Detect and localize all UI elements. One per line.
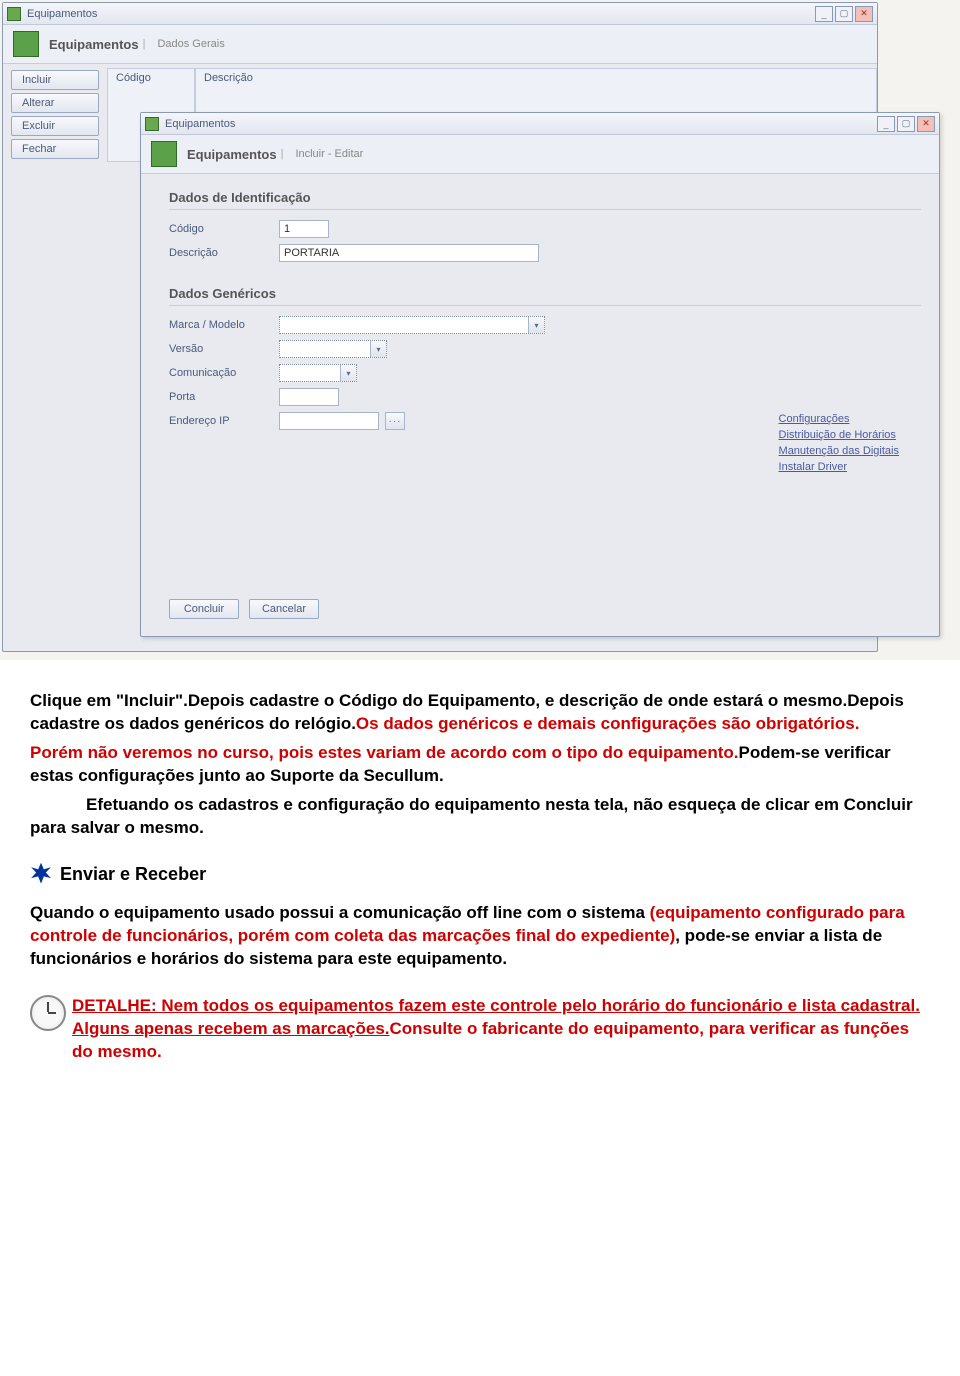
section-genericos: Dados Genéricos xyxy=(169,286,921,301)
link-configuracoes[interactable]: Configurações xyxy=(779,413,899,425)
porta-input[interactable] xyxy=(279,388,339,406)
versao-select[interactable]: ▾ xyxy=(279,340,387,358)
close-button[interactable]: ✕ xyxy=(855,6,873,22)
ip-browse-button[interactable]: ··· xyxy=(385,412,405,430)
dropdown-icon[interactable]: ▾ xyxy=(528,317,544,333)
comunicacao-label: Comunicação xyxy=(169,367,279,379)
enviar-receber-heading: Enviar e Receber xyxy=(30,862,920,886)
doc-p2a: Porém não veremos no curso, pois estes v… xyxy=(30,743,739,762)
close-button[interactable]: ✕ xyxy=(917,116,935,132)
outer-header-sub: Dados Gerais xyxy=(157,38,224,50)
minimize-button[interactable]: _ xyxy=(815,6,833,22)
descricao-input[interactable] xyxy=(279,244,539,262)
inner-header: Equipamentos | Incluir - Editar xyxy=(141,135,939,174)
ip-label: Endereço IP xyxy=(169,415,279,427)
clock-icon xyxy=(30,995,66,1031)
fechar-button[interactable]: Fechar xyxy=(11,139,99,159)
star-icon xyxy=(30,863,52,885)
comunicacao-select[interactable]: ▾ xyxy=(279,364,357,382)
side-button-column: Incluir Alterar Excluir Fechar xyxy=(3,64,107,162)
section-identificacao: Dados de Identificação xyxy=(169,190,921,205)
outer-title: Equipamentos xyxy=(27,8,815,20)
codigo-input[interactable] xyxy=(279,220,329,238)
inner-title: Equipamentos xyxy=(165,118,877,130)
outer-titlebar: Equipamentos _ ▢ ✕ xyxy=(3,3,877,25)
incluir-button[interactable]: Incluir xyxy=(11,70,99,90)
codigo-label: Código xyxy=(169,223,279,235)
equipamentos-icon xyxy=(151,141,177,167)
outer-header: Equipamentos | Dados Gerais xyxy=(3,25,877,64)
config-links: Configurações Distribuição de Horários M… xyxy=(779,413,899,473)
dropdown-icon[interactable]: ▾ xyxy=(370,341,386,357)
cancelar-button[interactable]: Cancelar xyxy=(249,599,319,619)
dropdown-icon[interactable]: ▾ xyxy=(340,365,356,381)
document-body: Clique em "Incluir".Depois cadastre o Có… xyxy=(0,660,960,1104)
link-distribuicao[interactable]: Distribuição de Horários xyxy=(779,429,899,441)
doc-p3: Efetuando os cadastros e configuração do… xyxy=(30,794,920,840)
enviar-receber-title: Enviar e Receber xyxy=(60,862,206,886)
descricao-label: Descrição xyxy=(169,247,279,259)
equipamentos-dialog: Equipamentos _ ▢ ✕ Equipamentos | Inclui… xyxy=(140,112,940,637)
inner-header-sub: Incluir - Editar xyxy=(295,148,363,160)
versao-label: Versão xyxy=(169,343,279,355)
link-manutencao[interactable]: Manutenção das Digitais xyxy=(779,445,899,457)
ip-input[interactable] xyxy=(279,412,379,430)
outer-header-main: Equipamentos xyxy=(49,37,139,52)
doc-p4a: Quando o equipamento usado possui a comu… xyxy=(30,903,650,922)
screenshot-region: Equipamentos _ ▢ ✕ Equipamentos | Dados … xyxy=(0,0,960,660)
porta-label: Porta xyxy=(169,391,279,403)
inner-titlebar: Equipamentos _ ▢ ✕ xyxy=(141,113,939,135)
link-instalar-driver[interactable]: Instalar Driver xyxy=(779,461,899,473)
inner-header-main: Equipamentos xyxy=(187,147,277,162)
app-icon xyxy=(145,117,159,131)
equipamentos-icon xyxy=(13,31,39,57)
alterar-button[interactable]: Alterar xyxy=(11,93,99,113)
maximize-button[interactable]: ▢ xyxy=(897,116,915,132)
app-icon xyxy=(7,7,21,21)
marca-select[interactable]: ▾ xyxy=(279,316,545,334)
maximize-button[interactable]: ▢ xyxy=(835,6,853,22)
doc-p1b: Os dados genéricos e demais configuraçõe… xyxy=(356,714,860,733)
form-body: Dados de Identificação Código Descrição … xyxy=(141,174,939,448)
concluir-button[interactable]: Concluir xyxy=(169,599,239,619)
marca-label: Marca / Modelo xyxy=(169,319,279,331)
excluir-button[interactable]: Excluir xyxy=(11,116,99,136)
minimize-button[interactable]: _ xyxy=(877,116,895,132)
